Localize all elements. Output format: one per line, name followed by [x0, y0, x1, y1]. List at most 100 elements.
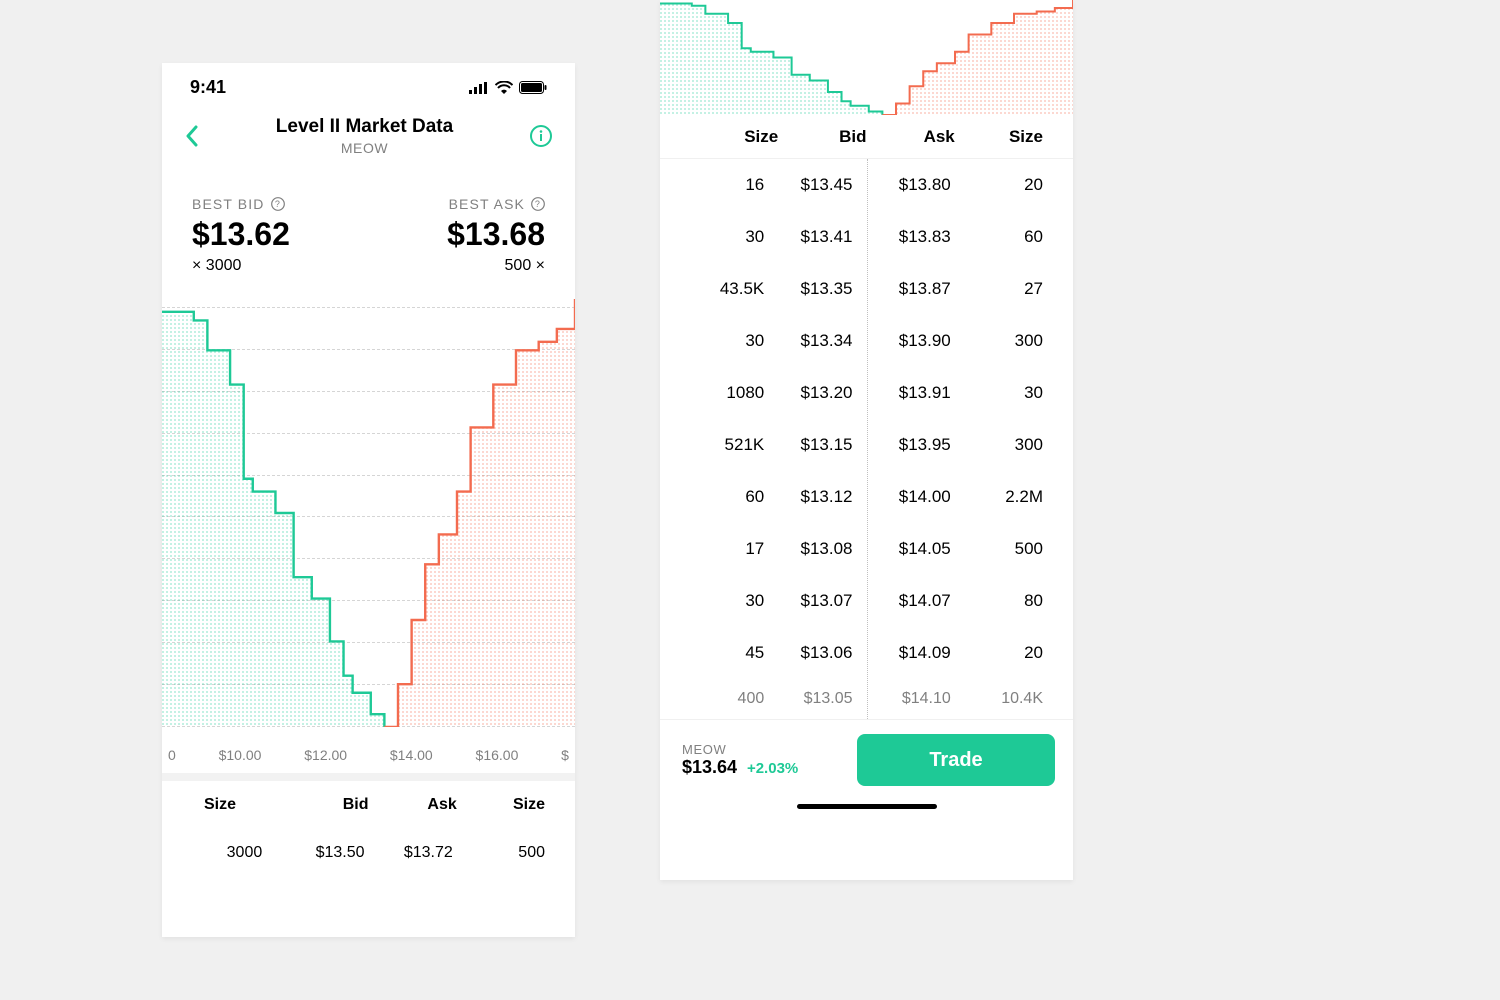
best-ask-help[interactable]: ? — [531, 197, 545, 211]
bid-price: $13.12 — [778, 487, 866, 507]
axis-tick: $12.00 — [304, 747, 347, 763]
ask-size: 300 — [955, 331, 1043, 351]
bid-size: 43.5K — [690, 279, 778, 299]
status-icons — [469, 81, 547, 94]
best-bid-ask-panel: BEST BID ? $13.62 × 3000 BEST ASK ? — [162, 160, 575, 293]
level2-screen: 9:41 Le — [162, 63, 575, 937]
footer-change: +2.03% — [747, 760, 798, 777]
best-ask-qty: 500 × — [447, 257, 545, 275]
bid-size: 60 — [690, 487, 778, 507]
ask-size: 27 — [955, 279, 1043, 299]
chevron-left-icon — [184, 124, 200, 148]
best-bid-col: BEST BID ? $13.62 × 3000 — [192, 196, 290, 275]
bid-price: $13.05 — [778, 690, 866, 708]
trade-button-label: Trade — [929, 749, 982, 772]
bid-price: $13.08 — [778, 539, 866, 559]
axis-tick: $16.00 — [476, 747, 519, 763]
col-bid: Bid — [778, 127, 866, 147]
signal-icon — [469, 82, 489, 94]
home-indicator[interactable] — [797, 804, 937, 809]
ask-price: $13.91 — [867, 383, 955, 403]
ask-size: 20 — [955, 643, 1043, 663]
ask-size: 300 — [955, 435, 1043, 455]
bid-price: $13.41 — [778, 227, 866, 247]
bid-size: 30 — [690, 591, 778, 611]
ask-price: $13.72 — [369, 844, 457, 862]
orderbook-header: Size Bid Ask Size — [660, 115, 1073, 159]
axis-tick: $10.00 — [219, 747, 262, 763]
ask-price: $13.90 — [867, 331, 955, 351]
trade-button[interactable]: Trade — [857, 734, 1055, 786]
page-title: Level II Market Data — [200, 116, 529, 138]
best-ask-label: BEST ASK — [449, 196, 525, 212]
ask-price: $13.95 — [867, 435, 955, 455]
best-ask-col: BEST ASK ? $13.68 500 × — [447, 196, 545, 275]
bid-price: $13.34 — [778, 331, 866, 351]
bid-price: $13.20 — [778, 383, 866, 403]
depth-chart[interactable]: 0 $10.00 $12.00 $14.00 $16.00 $ — [162, 299, 575, 769]
info-icon — [529, 124, 553, 148]
ask-size: 20 — [955, 175, 1043, 195]
section-divider — [162, 773, 575, 781]
col-bid: Bid — [280, 796, 368, 814]
bid-price: $13.50 — [280, 844, 368, 862]
bid-size: 17 — [690, 539, 778, 559]
bid-size: 16 — [690, 175, 778, 195]
orderbook-body[interactable]: 16$13.45$13.8020 30$13.41$13.8360 43.5K$… — [660, 159, 1073, 719]
nav-bar: Level II Market Data MEOW — [162, 98, 575, 160]
ask-price: $14.00 — [867, 487, 955, 507]
ask-size: 2.2M — [955, 487, 1043, 507]
best-bid-help[interactable]: ? — [271, 197, 285, 211]
battery-icon — [519, 81, 547, 94]
wifi-icon — [495, 81, 513, 94]
ask-size: 10.4K — [955, 690, 1043, 708]
trade-footer: MEOW $13.64 +2.03% Trade — [660, 719, 1073, 796]
best-bid-qty: × 3000 — [192, 257, 290, 275]
bid-price: $13.45 — [778, 175, 866, 195]
footer-symbol: MEOW — [682, 742, 798, 757]
bid-price: $13.35 — [778, 279, 866, 299]
bid-size: 400 — [690, 690, 778, 708]
bid-price: $13.15 — [778, 435, 866, 455]
ask-price: $13.87 — [867, 279, 955, 299]
best-ask-price: $13.68 — [447, 216, 545, 253]
axis-tick: $14.00 — [390, 747, 433, 763]
bid-size: 45 — [690, 643, 778, 663]
orderbook-mid-divider — [867, 159, 868, 719]
ask-price: $14.09 — [867, 643, 955, 663]
best-bid-label: BEST BID — [192, 196, 265, 212]
col-ask: Ask — [867, 127, 955, 147]
ask-price: $13.80 — [867, 175, 955, 195]
help-icon: ? — [271, 197, 285, 211]
ask-price: $14.05 — [867, 539, 955, 559]
bid-size: 30 — [690, 227, 778, 247]
ask-price: $13.83 — [867, 227, 955, 247]
bid-price: $13.06 — [778, 643, 866, 663]
depth-chart-mini-svg — [660, 0, 1073, 115]
depth-chart-svg — [162, 299, 575, 727]
orderbook-row: 3000 $13.50 $13.72 500 — [162, 829, 575, 877]
info-button[interactable] — [529, 124, 553, 148]
help-icon: ? — [531, 197, 545, 211]
ask-size: 500 — [955, 539, 1043, 559]
orderbook-screen: Size Bid Ask Size 16$13.45$13.8020 30$13… — [660, 0, 1073, 880]
bid-price: $13.07 — [778, 591, 866, 611]
col-bid-size: Size — [690, 127, 778, 147]
ask-size: 80 — [955, 591, 1043, 611]
bid-size: 30 — [690, 331, 778, 351]
footer-price: $13.64 — [682, 757, 737, 777]
bid-size: 1080 — [690, 383, 778, 403]
col-ask: Ask — [369, 796, 457, 814]
ask-size: 500 — [457, 844, 545, 862]
depth-chart-mini[interactable] — [660, 0, 1073, 115]
col-ask-size: Size — [457, 796, 545, 814]
col-bid-size: Size — [192, 796, 280, 814]
status-bar: 9:41 — [162, 63, 575, 98]
back-button[interactable] — [184, 124, 200, 148]
page-subtitle: MEOW — [200, 140, 529, 156]
best-bid-price: $13.62 — [192, 216, 290, 253]
ask-price: $14.07 — [867, 591, 955, 611]
svg-text:?: ? — [535, 199, 541, 209]
axis-tick: 0 — [168, 747, 176, 763]
bid-size: 521K — [690, 435, 778, 455]
